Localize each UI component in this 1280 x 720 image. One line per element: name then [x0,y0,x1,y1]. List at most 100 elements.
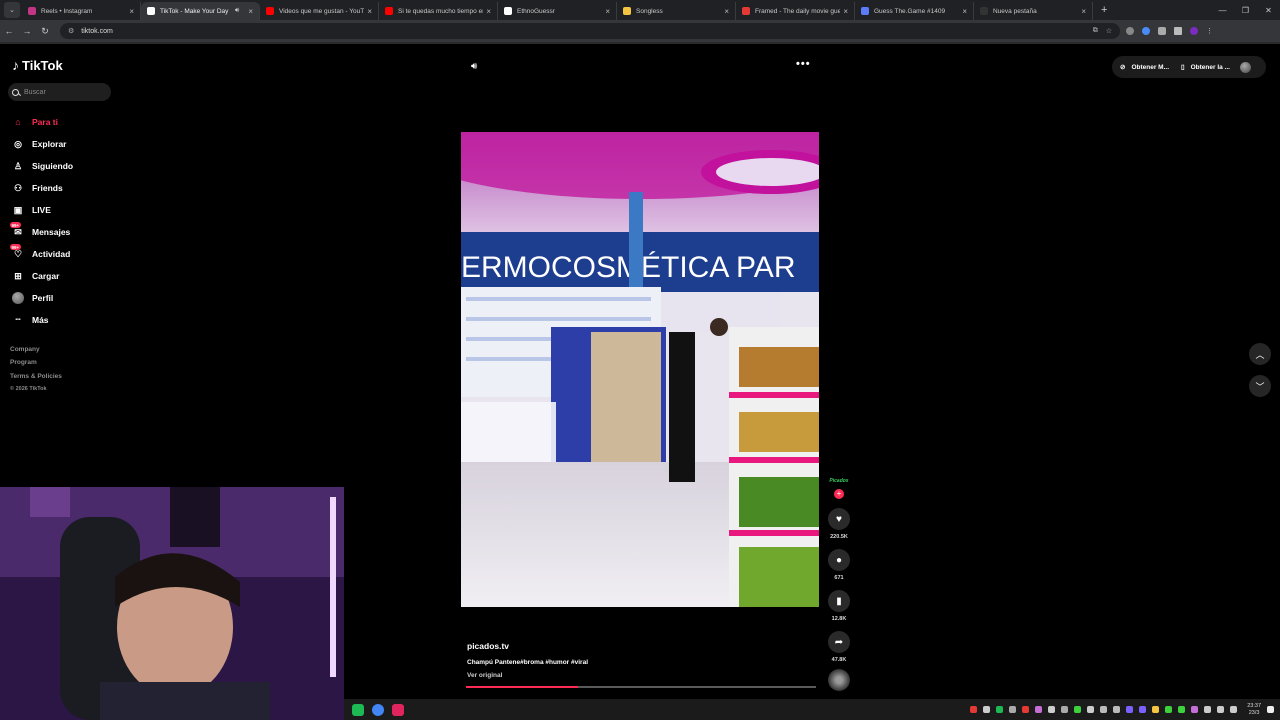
follow-plus-button[interactable]: + [834,489,844,499]
user-avatar[interactable] [1239,61,1251,73]
browser-tab[interactable]: Si te quedas mucho tiempo en... × [379,2,498,20]
tray-icon[interactable] [1165,706,1173,713]
tray-icon[interactable] [1061,706,1069,713]
video-player[interactable]: ERMOCOSMÉTICA PAR [461,132,819,607]
back-icon[interactable]: ← [0,26,18,36]
sidebar-item-para-ti[interactable]: ⌂ Para ti [12,111,73,133]
sidebar-item-mensajes[interactable]: ✉ 99+ Mensajes [10,221,73,243]
sidebar-item-cargar[interactable]: ⊞ Cargar [12,265,73,287]
spotify-taskbar-icon[interactable] [352,703,364,716]
tray-icon[interactable] [983,706,991,713]
extensions-puzzle-icon[interactable] [1158,27,1166,35]
tray-icon[interactable] [1191,706,1199,713]
get-desktop-button[interactable]: Obtener la ... [1191,64,1230,71]
footer-link-program[interactable]: Program [10,356,62,369]
comment-button[interactable]: ● [828,549,850,571]
activity-icon: ♡ 99+ [10,244,23,259]
tray-icon[interactable] [1100,706,1108,713]
reading-list-icon[interactable] [1174,27,1182,35]
tab-close-icon[interactable]: × [605,7,610,16]
wifi-icon[interactable] [1217,706,1225,713]
browser-tab[interactable]: EthnoGuessr × [498,2,617,20]
volume-icon[interactable]: 🔊︎ [471,61,477,72]
sidebar-item-friends[interactable]: ⚇ Friends [12,177,73,199]
notifications-icon[interactable] [1267,706,1274,713]
tab-search-button[interactable]: ⌄ [4,2,20,18]
tab-close-icon[interactable]: × [486,7,491,16]
sidebar-item-actividad[interactable]: ♡ 99+ Actividad [10,243,73,265]
tray-icon[interactable] [996,706,1004,713]
search-input[interactable] [24,88,104,96]
tray-icon[interactable] [1087,706,1095,713]
tray-icon[interactable] [1139,706,1147,713]
site-info-icon[interactable]: ⚙ [68,27,74,35]
browser-tab[interactable]: Reels • Instagram × [22,2,141,20]
next-video-button[interactable]: ﹀ [1249,375,1271,397]
url-field[interactable]: ⚙ tiktok.com ⧉ ☆ [60,23,1120,39]
video-progress-bar[interactable] [466,686,816,688]
sidebar-item-más[interactable]: ••• Más [12,309,73,331]
tiktok-logo[interactable]: ♪ TikTok [12,57,63,73]
footer-link-company[interactable]: Company [10,343,62,356]
forward-icon[interactable]: → [18,26,36,36]
friends-icon: ⚇ [13,182,23,193]
tab-close-icon[interactable]: × [1081,7,1086,16]
maximize-icon[interactable]: ❐ [1234,6,1257,15]
extension-icon[interactable] [1142,27,1150,35]
share-button[interactable]: ➦ [828,631,850,653]
tray-icon[interactable] [1152,706,1160,713]
like-button[interactable]: ♥ [828,508,850,530]
sidebar-item-siguiendo[interactable]: ♙ Siguiendo [12,155,73,177]
previous-video-button[interactable]: ︿ [1249,343,1271,365]
tray-icon[interactable] [1022,706,1030,713]
app-taskbar-icon[interactable] [392,703,404,716]
tray-icon[interactable] [1204,706,1212,713]
browser-tab[interactable]: Framed - The daily movie guess × [736,2,855,20]
profile-avatar[interactable] [1190,27,1198,35]
tray-icon[interactable] [1126,706,1134,713]
browser-tab[interactable]: Songless × [617,2,736,20]
sidebar-item-explorar[interactable]: ◎ Explorar [12,133,73,155]
close-window-icon[interactable]: ✕ [1257,6,1280,15]
get-app-button[interactable]: Obtener M... [1131,64,1169,71]
tray-icon[interactable] [1035,706,1043,713]
search-bar[interactable] [8,83,111,101]
video-author[interactable]: picados.tv [467,641,588,651]
install-app-icon[interactable]: ⧉ [1093,27,1098,35]
tab-close-icon[interactable]: × [129,7,134,16]
sidebar-item-live[interactable]: ▣ LIVE [12,199,73,221]
browser-tab[interactable]: Videos que me gustan - YouTube× [260,2,379,20]
bookmark-star-icon[interactable]: ☆ [1106,27,1112,35]
tab-close-icon[interactable]: × [248,7,253,16]
footer-link-terms[interactable]: Terms & Policies [10,370,62,383]
browser-menu-icon[interactable]: ⋮ [1206,27,1213,35]
save-button[interactable]: ▮ [828,590,850,612]
tray-icon[interactable] [1178,706,1186,713]
see-original-link[interactable]: Ver original [467,672,588,679]
browser-tab[interactable]: Guess The.Game #1409 × [855,2,974,20]
tab-title: Reels • Instagram [41,7,93,15]
taskbar-clock[interactable]: 23:37 23/3 [1247,703,1261,717]
tab-audio-icon[interactable]: 🔊︎ [235,7,239,15]
volume-tray-icon[interactable] [1230,706,1238,713]
extension-icon[interactable] [1126,27,1134,35]
tab-close-icon[interactable]: × [724,7,729,16]
reload-icon[interactable]: ↻ [36,26,54,37]
tab-favicon-icon [385,7,393,15]
tray-icon[interactable] [1074,706,1082,713]
minimize-icon[interactable]: — [1211,6,1234,15]
browser-tab[interactable]: Nueva pestaña × [974,2,1093,20]
tab-close-icon[interactable]: × [843,7,848,16]
tab-close-icon[interactable]: × [367,7,372,16]
tab-close-icon[interactable]: × [962,7,967,16]
sidebar-item-perfil[interactable]: Perfil [12,287,73,309]
browser-tab[interactable]: TikTok - Make Your Day 🔊︎ × [141,2,260,20]
chrome-taskbar-icon[interactable] [372,703,384,716]
tray-icon[interactable] [1009,706,1017,713]
more-options-icon[interactable]: ••• [796,58,811,70]
tray-icon[interactable] [970,706,978,713]
music-disc-icon[interactable] [828,669,850,691]
tray-icon[interactable] [1113,706,1121,713]
tray-icon[interactable] [1048,706,1056,713]
new-tab-button[interactable]: + [1101,4,1107,16]
